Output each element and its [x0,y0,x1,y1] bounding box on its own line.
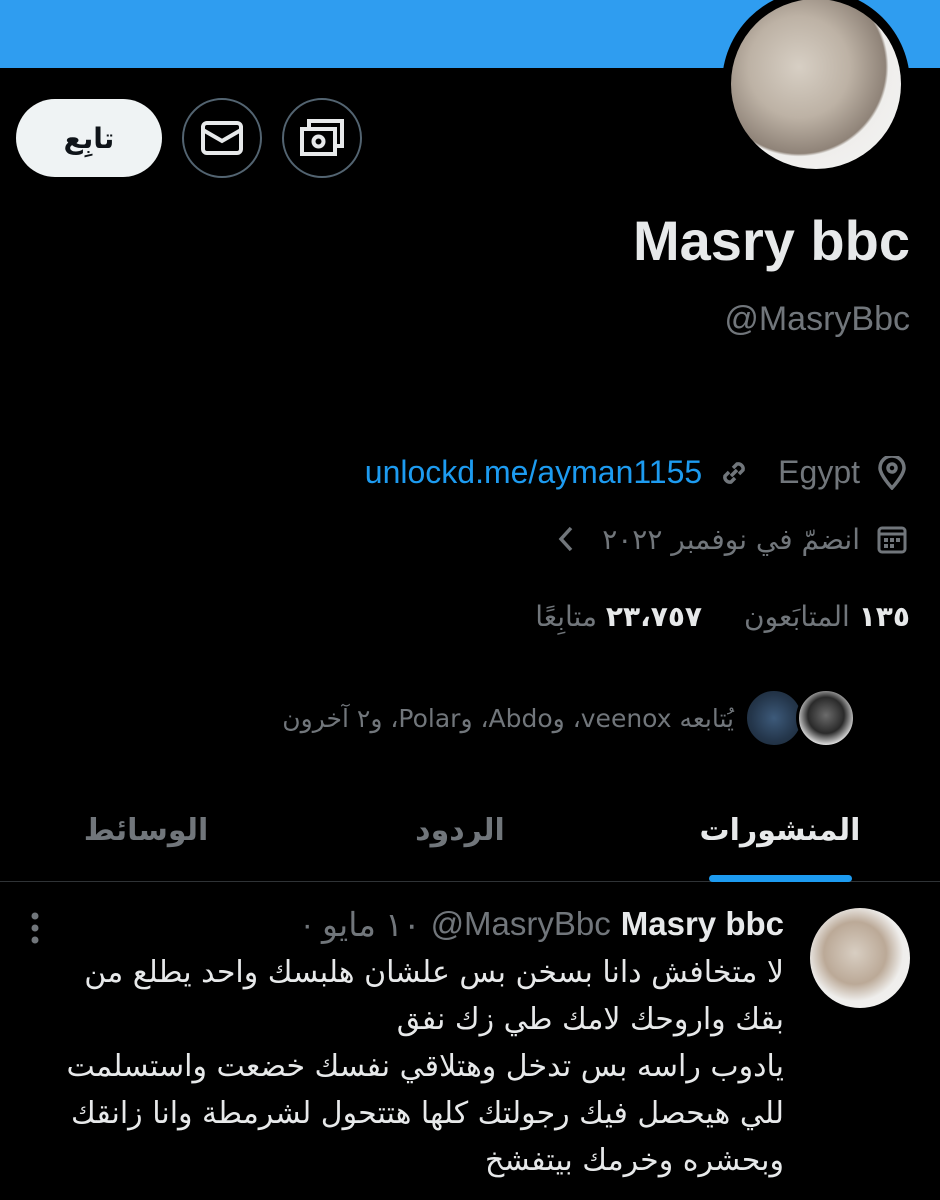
post-author-name[interactable]: Masry bbc [621,905,784,944]
profile-avatar[interactable] [722,0,910,178]
follow-stats: ١٣٥ المتابَعون ٢٣،٧٥٧ متابِعًا [535,600,910,633]
post-line: يادوب راسه بس تدخل وهتلاقي نفسك خضعت واس… [66,1049,784,1084]
tab-media[interactable]: الوسائط [46,780,246,880]
profile-meta-row: Egypt unlockd.me/ayman1155 [365,454,910,491]
post-date[interactable]: · ١٠ مايو [302,905,421,944]
chevron-left-icon[interactable] [548,521,584,557]
active-tab-indicator [709,875,852,882]
profile-handle: @MasryBbc [724,300,910,338]
location-icon [874,455,910,491]
post-item[interactable]: · ١٠ مايو @MasryBbc Masry bbc لا متخافش … [0,883,940,1200]
followed-by-text: يُتابعه veenox، وAbdo، وPolar، و٢ آخرون [282,703,734,733]
money-icon [300,119,344,156]
post-text: لا متخافش دانا بسخن بس علشان هلبسك واحد … [24,949,784,1184]
post-line: لا متخافش دانا بسخن بس علشان هلبسك واحد … [84,955,784,990]
post-avatar[interactable] [810,908,910,1008]
joined-date: انضمّ في نوفمبر ٢٠٢٢ [602,522,860,556]
calendar-icon [874,521,910,557]
followers-stat[interactable]: ٢٣،٧٥٧ متابِعًا [535,600,702,633]
tip-button[interactable] [282,98,362,178]
message-button[interactable] [182,98,262,178]
post-line: للي هيحصل فيك رجولتك كلها هتتحول لشرمطة … [71,1096,784,1131]
post-header: · ١٠ مايو @MasryBbc Masry bbc [302,905,784,944]
profile-location: Egypt [778,454,860,490]
profile-website-link[interactable]: unlockd.me/ayman1155 [365,454,702,491]
profile-tabs: المنشورات الردود الوسائط [0,780,940,882]
tab-replies[interactable]: الردود [360,780,560,880]
followed-by-row[interactable]: يُتابعه veenox، وAbdo، وPolar، و٢ آخرون [282,688,856,748]
post-handle: @MasryBbc [430,905,611,942]
joined-row: انضمّ في نوفمبر ٢٠٢٢ [534,521,910,557]
followed-by-avatars [744,688,856,748]
tab-posts[interactable]: المنشورات [680,780,880,880]
follow-button[interactable]: تابِع [16,99,162,177]
profile-name: Masry bbc [633,209,910,272]
post-line: وبحشره وخرمك بيتفشخ [484,1143,784,1178]
avatar [796,688,856,748]
following-stat[interactable]: ١٣٥ المتابَعون [744,600,910,633]
post-line: بقك واروحك لامك طي زك نفق [396,1002,784,1037]
more-icon[interactable] [28,911,42,949]
avatar [744,688,804,748]
link-icon [716,455,752,491]
mail-icon [201,121,243,155]
